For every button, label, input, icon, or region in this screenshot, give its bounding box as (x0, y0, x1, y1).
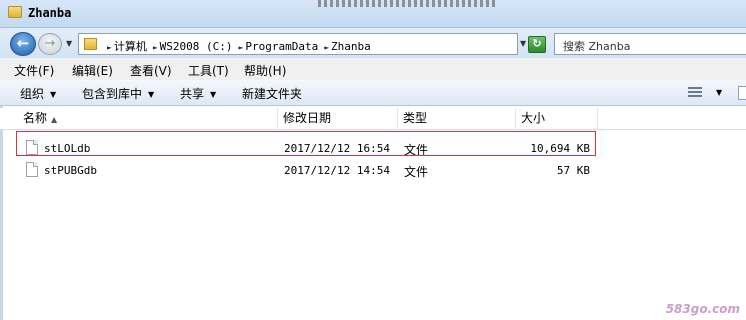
file-type: 文件 (404, 165, 429, 179)
include-in-library-button[interactable]: 包含到库中 ▼ (82, 85, 154, 102)
address-dropdown-icon[interactable]: ▼ (520, 39, 526, 48)
chevron-down-icon: ▼ (148, 90, 155, 99)
column-modified[interactable]: 修改日期 (278, 108, 398, 130)
window-title: Zhanba (28, 6, 72, 20)
breadcrumb-item[interactable]: 计算机 (114, 40, 147, 53)
column-name-label: 名称 (23, 111, 48, 125)
breadcrumb-item[interactable]: ProgramData (245, 40, 318, 53)
file-size: 57 KB (556, 164, 590, 177)
column-type[interactable]: 类型 (398, 108, 516, 130)
search-input[interactable]: 搜索 Zhanba (554, 33, 746, 55)
preview-pane-button[interactable] (738, 86, 746, 100)
forward-button[interactable]: → (38, 33, 62, 55)
column-header: 名称 ▲ 修改日期 类型 大小 (0, 108, 746, 130)
sort-up-icon: ▲ (51, 115, 58, 124)
chevron-down-icon: ▼ (50, 90, 57, 99)
file-icon (26, 162, 38, 177)
column-size[interactable]: 大小 (516, 108, 598, 130)
table-row[interactable]: stPUBGdb 2017/12/12 14:54 文件 57 KB (0, 160, 746, 180)
address-bar[interactable]: ► 计算机 ► WS2008 (C:) ► ProgramData ► Zhanba (78, 33, 518, 55)
menu-file[interactable]: 文件(F) (14, 62, 54, 79)
chevron-right-icon[interactable]: ► (324, 43, 329, 52)
view-options-icon[interactable] (688, 87, 702, 99)
chevron-right-icon[interactable]: ► (153, 43, 158, 52)
recent-pages-dropdown-icon[interactable]: ▼ (66, 39, 72, 48)
breadcrumb-item[interactable]: Zhanba (331, 40, 371, 53)
refresh-button[interactable]: ↻ (528, 36, 546, 53)
file-name: stPUBGdb (44, 164, 97, 177)
organize-label: 组织 (20, 87, 45, 101)
chevron-right-icon[interactable]: ► (239, 43, 244, 52)
title-bar: Zhanba (0, 0, 746, 28)
menu-edit[interactable]: 编辑(E) (72, 62, 113, 79)
title-residue (318, 0, 498, 7)
new-folder-button[interactable]: 新建文件夹 (242, 85, 302, 102)
share-label: 共享 (180, 87, 205, 101)
include-in-library-label: 包含到库中 (82, 87, 143, 101)
breadcrumb: ► 计算机 ► WS2008 (C:) ► ProgramData ► Zhanba (103, 38, 373, 54)
folder-icon (84, 38, 97, 50)
menu-tools[interactable]: 工具(T) (188, 62, 229, 79)
folder-icon (8, 6, 22, 18)
command-bar: 组织 ▼ 包含到库中 ▼ 共享 ▼ 新建文件夹 ▼ (0, 80, 746, 106)
column-name[interactable]: 名称 ▲ (18, 108, 278, 130)
chevron-right-icon[interactable]: ► (107, 43, 112, 52)
highlight-box (16, 131, 596, 156)
menu-help[interactable]: 帮助(H) (244, 62, 286, 79)
search-placeholder: 搜索 Zhanba (563, 40, 631, 53)
breadcrumb-item[interactable]: WS2008 (C:) (160, 40, 233, 53)
menu-bar: 文件(F) 编辑(E) 查看(V) 工具(T) 帮助(H) (0, 58, 746, 80)
file-modified: 2017/12/12 14:54 (284, 164, 390, 177)
navigation-bar: ← → ▼ ► 计算机 ► WS2008 (C:) ► ProgramData ► Zhanb… (0, 28, 746, 58)
chevron-down-icon[interactable]: ▼ (716, 88, 722, 97)
menu-view[interactable]: 查看(V) (130, 62, 172, 79)
organize-button[interactable]: 组织 ▼ (20, 85, 56, 102)
watermark: 583go.com (665, 302, 740, 316)
back-button[interactable]: ← (10, 32, 36, 56)
share-button[interactable]: 共享 ▼ (180, 85, 216, 102)
chevron-down-icon: ▼ (210, 90, 217, 99)
